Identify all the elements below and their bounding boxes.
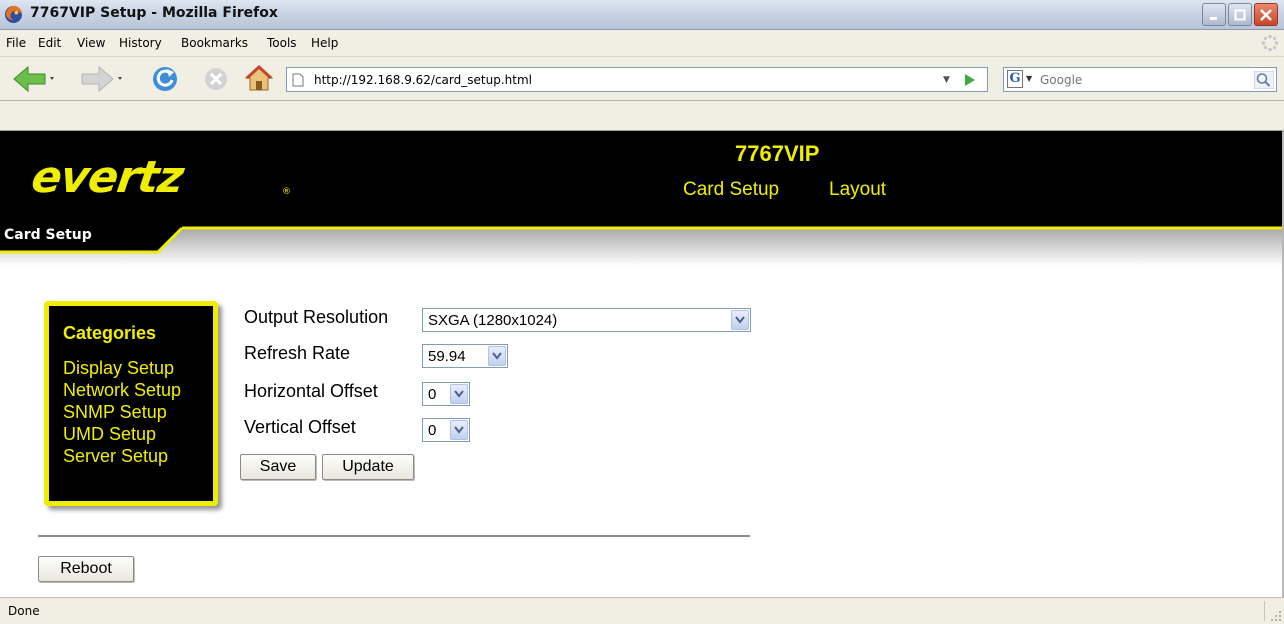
google-engine-icon[interactable]: G [1007, 70, 1023, 88]
menu-file[interactable]: File [6, 36, 26, 50]
chevron-down-icon [450, 384, 468, 404]
maximize-icon [1234, 9, 1246, 20]
category-display-setup[interactable]: Display Setup [63, 358, 174, 379]
url-text[interactable]: http://192.168.9.62/card_setup.html [314, 73, 532, 87]
resize-grip-icon[interactable] [1270, 610, 1282, 622]
category-umd-setup[interactable]: UMD Setup [63, 424, 156, 445]
output-resolution-value: SXGA (1280x1024) [428, 312, 558, 329]
minimize-button[interactable] [1202, 3, 1226, 26]
navigation-toolbar: http://192.168.9.62/card_setup.html ▼ G … [0, 57, 1284, 101]
menu-bookmarks[interactable]: Bookmarks [181, 36, 248, 50]
go-icon[interactable] [963, 73, 977, 87]
refresh-rate-label: Refresh Rate [244, 343, 351, 363]
category-snmp-setup[interactable]: SNMP Setup [63, 402, 167, 423]
update-button[interactable]: Update [322, 454, 414, 480]
nav-card-setup[interactable]: Card Setup [683, 179, 779, 201]
menu-tools[interactable]: Tools [267, 36, 297, 50]
category-server-setup[interactable]: Server Setup [63, 446, 168, 467]
menu-history[interactable]: History [119, 36, 162, 50]
close-icon [1260, 8, 1272, 21]
vertical-offset-select[interactable]: 0 [422, 418, 470, 442]
menu-edit[interactable]: Edit [38, 36, 61, 50]
evertz-header: evertz ® 7767VIP Card Setup Layout Card … [0, 131, 1284, 242]
nav-layout[interactable]: Layout [829, 179, 886, 201]
categories-panel: Categories Display Setup Network Setup S… [44, 301, 218, 506]
card-setup-tab: Card Setup [4, 227, 92, 243]
refresh-rate-select[interactable]: 59.94 [422, 344, 508, 368]
chevron-down-icon [450, 420, 468, 440]
stop-icon[interactable] [203, 66, 229, 92]
reload-icon[interactable] [150, 64, 180, 94]
menu-help[interactable]: Help [311, 36, 338, 50]
engine-dropdown-icon[interactable]: ▼ [1026, 74, 1032, 83]
divider [38, 535, 750, 537]
refresh-rate-value: 59.94 [428, 348, 466, 365]
vertical-offset-label: Vertical Offset [244, 417, 356, 437]
output-resolution-label: Output Resolution [244, 307, 389, 327]
search-box[interactable]: G ▼ [1003, 67, 1277, 92]
close-button[interactable] [1254, 3, 1278, 26]
registered-mark: ® [282, 187, 291, 197]
window-title: 7767VIP Setup - Mozilla Firefox [30, 5, 278, 21]
chevron-down-icon [488, 346, 506, 366]
bookmarks-toolbar [0, 101, 1284, 131]
status-separator [1264, 601, 1265, 621]
search-input[interactable] [1040, 70, 1240, 89]
chevron-down-icon [731, 310, 749, 330]
search-icon[interactable] [1254, 71, 1274, 89]
vertical-offset-value: 0 [428, 422, 437, 439]
evertz-logo: evertz [28, 152, 187, 203]
menu-view[interactable]: View [77, 36, 105, 50]
url-dropdown-icon[interactable]: ▼ [943, 75, 950, 85]
minimize-icon [1210, 16, 1217, 20]
categories-title: Categories [63, 323, 157, 343]
horizontal-offset-value: 0 [428, 386, 437, 403]
status-bar: Done [0, 597, 1284, 624]
reboot-button[interactable]: Reboot [38, 556, 134, 582]
firefox-icon [4, 5, 23, 24]
category-network-setup[interactable]: Network Setup [63, 380, 181, 401]
horizontal-offset-select[interactable]: 0 [422, 382, 470, 406]
throbber-icon [1261, 34, 1279, 52]
output-resolution-select[interactable]: SXGA (1280x1024) [422, 308, 751, 332]
horizontal-offset-label: Horizontal Offset [244, 381, 378, 401]
save-button[interactable]: Save [240, 454, 316, 480]
maximize-button[interactable] [1228, 3, 1252, 26]
menu-bar: File Edit View History Bookmarks Tools H… [0, 30, 1284, 57]
page-icon [292, 73, 304, 87]
home-icon[interactable] [244, 63, 274, 93]
section-tab-shape [0, 222, 1284, 266]
url-bar[interactable]: http://192.168.9.62/card_setup.html ▼ [286, 67, 988, 92]
model-title: 7767VIP [735, 141, 820, 166]
window-titlebar: 7767VIP Setup - Mozilla Firefox [0, 0, 1284, 30]
forward-arrow-icon[interactable] [80, 65, 124, 93]
status-text: Done [8, 604, 40, 618]
back-arrow-icon[interactable] [12, 65, 56, 93]
